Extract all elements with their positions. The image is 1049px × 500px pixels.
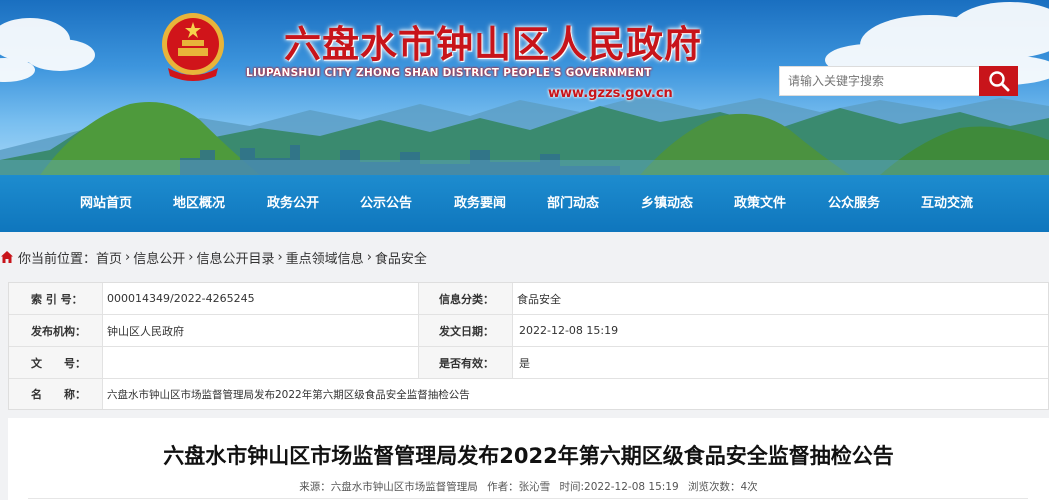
document-info-table: 索 引 号： 000014349/2022-4265245 信息分类： 食品安全… bbox=[8, 282, 1049, 410]
header-banner: 六盘水市钟山区人民政府 LIUPANSHUI CITY ZHONG SHAN D… bbox=[0, 0, 1049, 175]
article-title: 六盘水市钟山区市场监督管理局发布2022年第六期区级食品安全监督抽检公告 bbox=[163, 444, 894, 468]
time-value: 2022-12-08 15:19 bbox=[584, 481, 679, 493]
issue-date-value: 2022-12-08 15:19 bbox=[513, 315, 1048, 347]
category-label: 信息分类： bbox=[419, 283, 513, 315]
time-label: 时间: bbox=[559, 481, 585, 493]
nav-public-services[interactable]: 公众服务 bbox=[828, 175, 880, 232]
author-value: 张沁雪 bbox=[518, 481, 551, 493]
validity-value: 是 bbox=[513, 347, 1048, 379]
source-value: 六盘水市钟山区市场监督管理局 bbox=[330, 481, 478, 493]
search-input[interactable] bbox=[779, 66, 981, 96]
nav-announcements[interactable]: 公示公告 bbox=[360, 175, 412, 232]
index-number-label: 索 引 号： bbox=[9, 283, 103, 315]
nav-government-news[interactable]: 政务要闻 bbox=[454, 175, 506, 232]
breadcrumb: 你当前位置： 首页 › 信息公开 › 信息公开目录 › 重点领域信息 › 食品安… bbox=[0, 246, 427, 268]
views-value: 4次 bbox=[740, 481, 758, 493]
site-url[interactable]: www.gzzs.gov.cn bbox=[548, 86, 673, 101]
search-button[interactable] bbox=[979, 66, 1018, 96]
index-number-value: 000014349/2022-4265245 bbox=[103, 283, 419, 315]
document-number-value bbox=[103, 347, 419, 379]
document-name-value: 六盘水市钟山区市场监督管理局发布2022年第六期区级食品安全监督抽检公告 bbox=[107, 388, 470, 401]
nav-township-news[interactable]: 乡镇动态 bbox=[641, 175, 693, 232]
nav-government-affairs[interactable]: 政务公开 bbox=[267, 175, 319, 232]
validity-label: 是否有效： bbox=[419, 347, 513, 379]
article-meta: 来源：六盘水市钟山区市场监督管理局 作者：张沁雪 时间:2022-12-08 1… bbox=[8, 479, 1049, 494]
breadcrumb-food-safety[interactable]: 食品安全 bbox=[375, 248, 427, 267]
nav-policy-documents[interactable]: 政策文件 bbox=[734, 175, 786, 232]
article-content: 六盘水市钟山区市场监督管理局发布2022年第六期区级食品安全监督抽检公告 来源：… bbox=[8, 418, 1049, 500]
site-title-english: LIUPANSHUI CITY ZHONG SHAN DISTRICT PEOP… bbox=[246, 67, 652, 79]
breadcrumb-separator: › bbox=[125, 249, 131, 265]
document-number-label: 文 号： bbox=[9, 347, 103, 379]
site-title: 六盘水市钟山区人民政府 bbox=[284, 22, 702, 66]
breadcrumb-home[interactable]: 首页 bbox=[96, 248, 122, 267]
breadcrumb-separator: › bbox=[188, 249, 194, 265]
publisher-label: 发布机构： bbox=[9, 315, 103, 347]
nav-department-news[interactable]: 部门动态 bbox=[547, 175, 599, 232]
home-icon bbox=[1, 251, 13, 263]
breadcrumb-prefix: 你当前位置： bbox=[18, 251, 97, 267]
nav-region-overview[interactable]: 地区概况 bbox=[173, 175, 225, 232]
breadcrumb-separator: › bbox=[277, 249, 283, 265]
nav-home[interactable]: 网站首页 bbox=[80, 175, 132, 232]
breadcrumb-key-areas[interactable]: 重点领域信息 bbox=[286, 248, 364, 267]
nav-interaction[interactable]: 互动交流 bbox=[921, 175, 973, 232]
views-label: 浏览次数： bbox=[688, 481, 741, 493]
search-icon bbox=[988, 71, 1009, 92]
category-value: 食品安全 bbox=[513, 283, 1048, 315]
breadcrumb-info-catalog[interactable]: 信息公开目录 bbox=[196, 248, 274, 267]
breadcrumb-separator: › bbox=[366, 249, 372, 265]
author-label: 作者： bbox=[487, 481, 519, 493]
main-nav: 网站首页 地区概况 政务公开 公示公告 政务要闻 部门动态 乡镇动态 政策文件 … bbox=[0, 175, 1049, 232]
national-emblem-icon bbox=[162, 13, 224, 81]
source-label: 来源： bbox=[299, 481, 331, 493]
document-name-label: 名 称： bbox=[9, 379, 103, 409]
breadcrumb-info-public[interactable]: 信息公开 bbox=[133, 248, 185, 267]
meta-divider bbox=[28, 498, 1028, 499]
publisher-value: 钟山区人民政府 bbox=[103, 315, 419, 347]
issue-date-label: 发文日期： bbox=[419, 315, 513, 347]
